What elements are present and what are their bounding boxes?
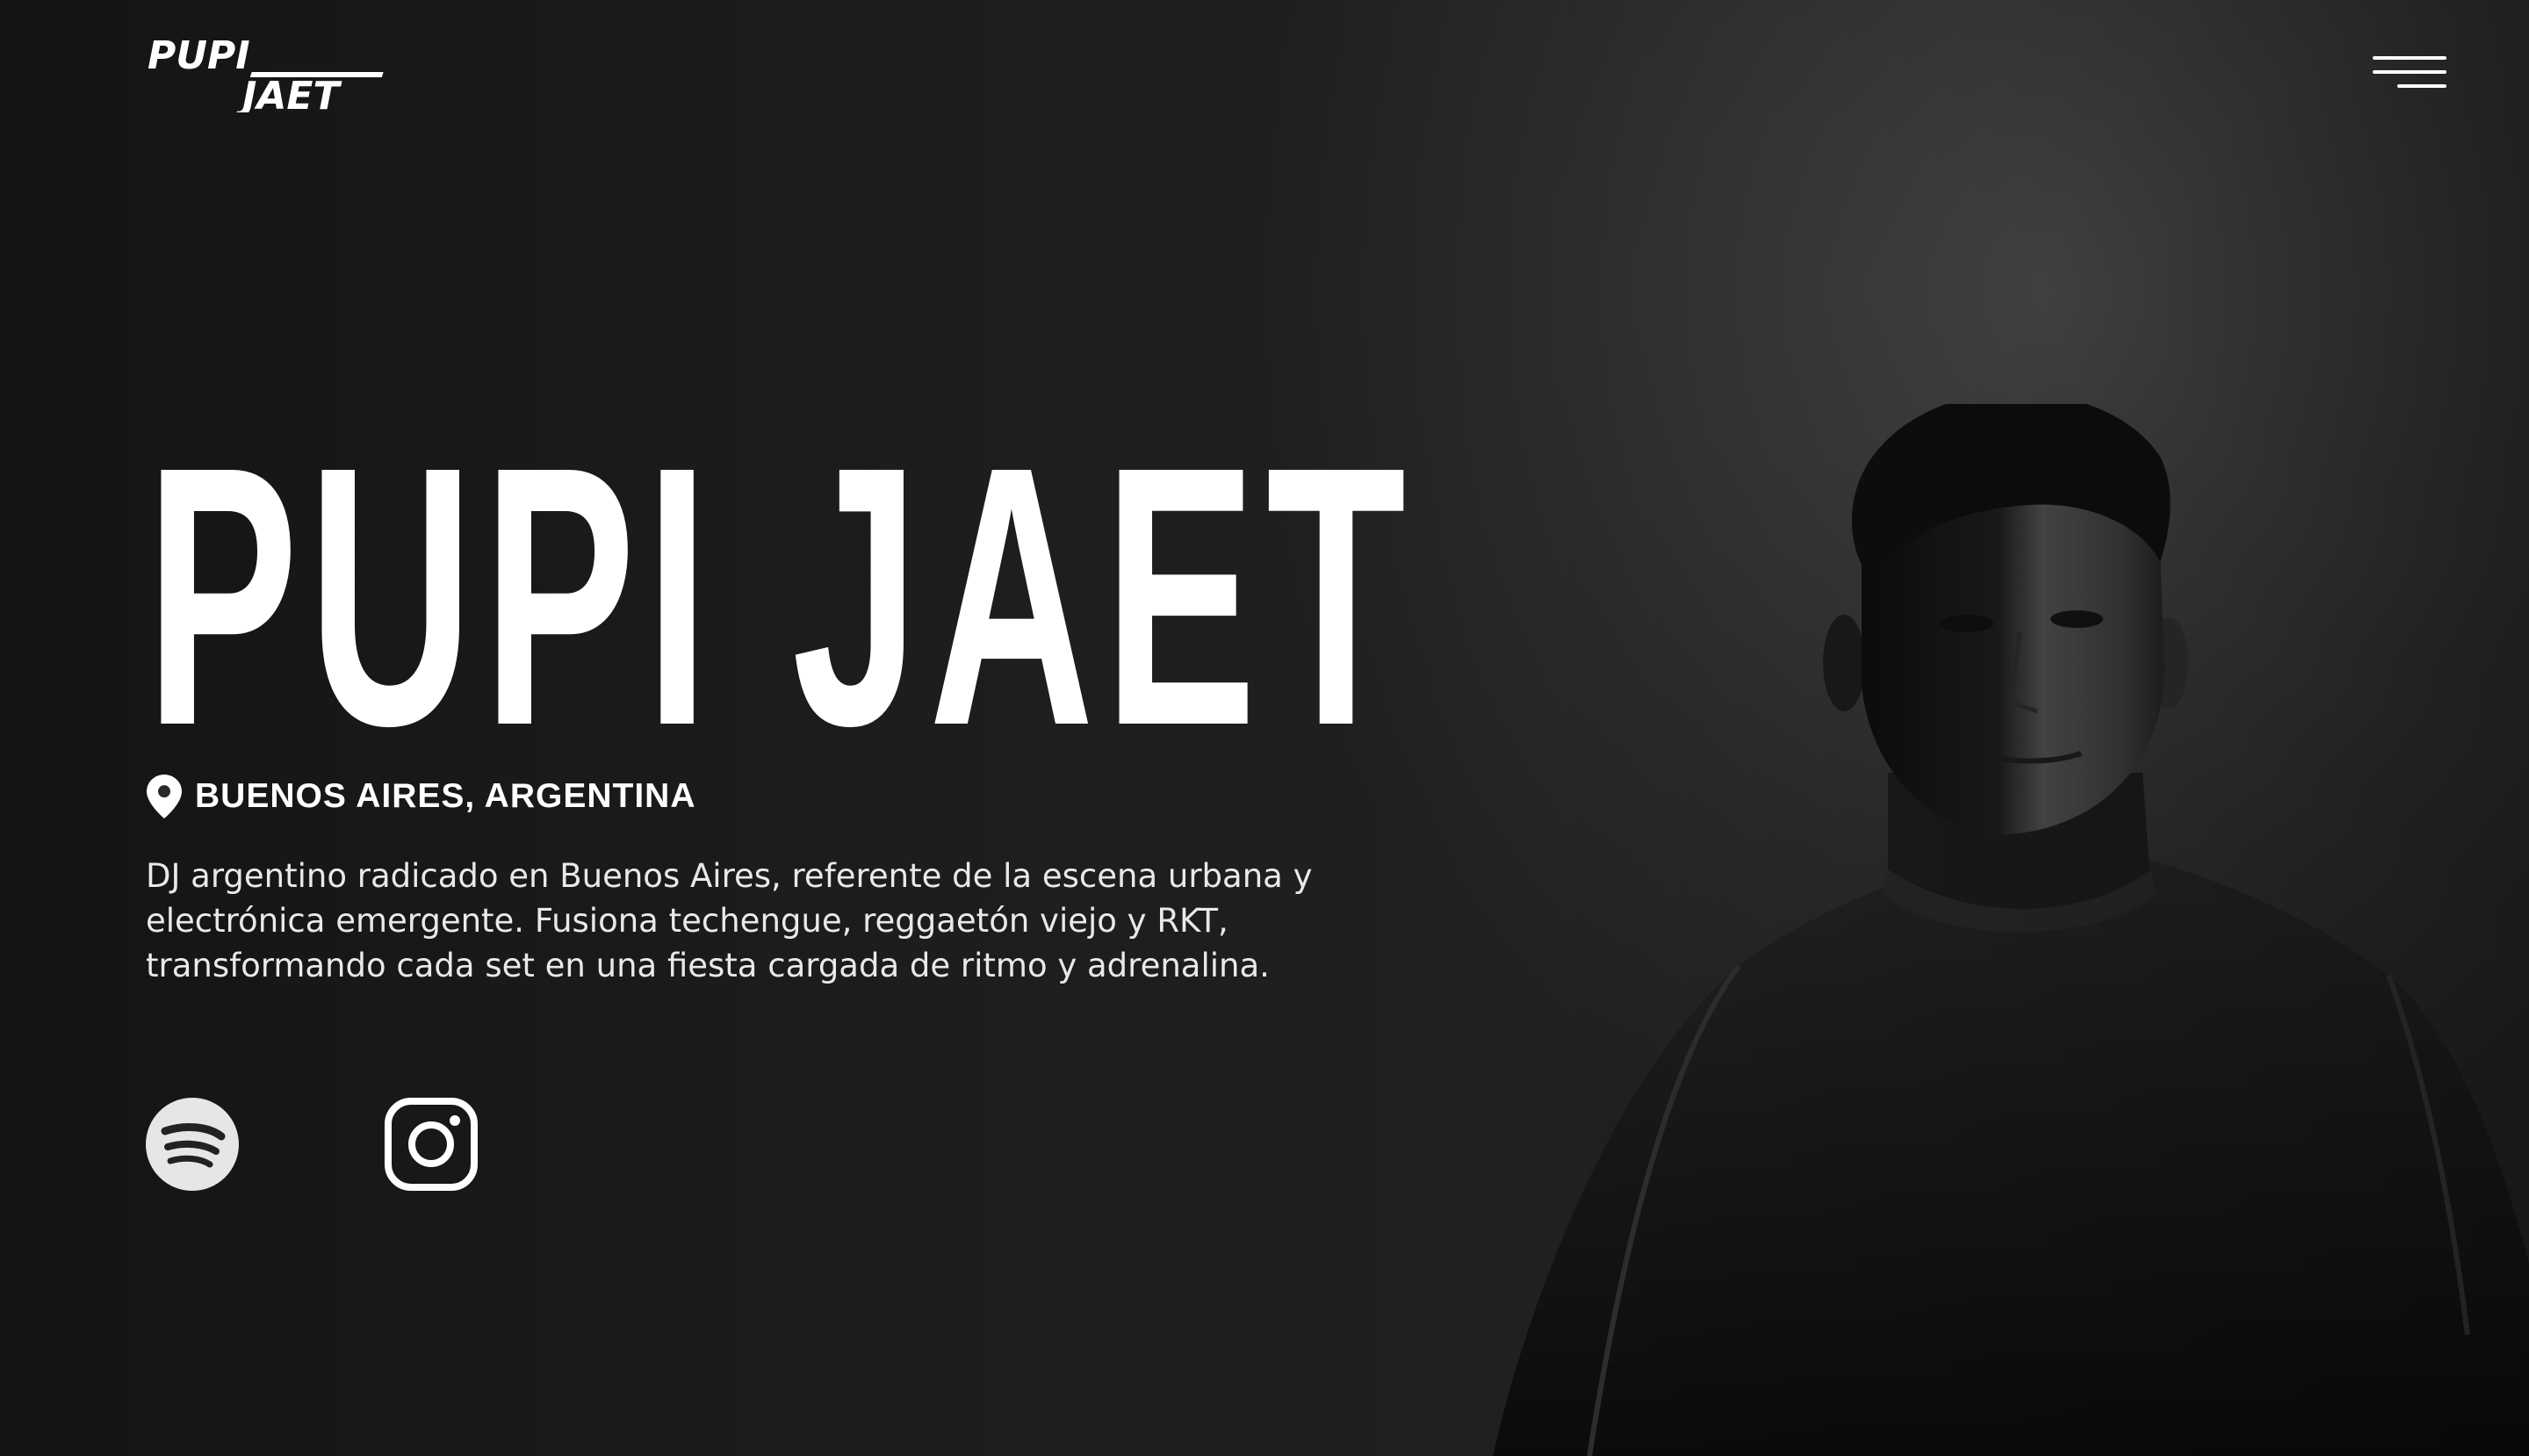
hamburger-menu-line — [2397, 84, 2446, 88]
spotify-icon — [146, 1098, 239, 1191]
map-pin-icon — [147, 775, 182, 818]
artist-bio: DJ argentino radicado en Buenos Aires, r… — [146, 857, 1313, 984]
instagram-link[interactable] — [385, 1098, 478, 1191]
instagram-icon — [385, 1098, 478, 1191]
hero-page: PUPI JAET PUPI JAET BUENOS AIRES, ARGENT… — [0, 0, 2529, 1456]
location-label: BUENOS AIRES, ARGENTINA — [195, 777, 696, 815]
hamburger-menu-icon — [2373, 56, 2446, 60]
brand-logo[interactable]: PUPI JAET — [146, 33, 427, 112]
svg-text:PUPI: PUPI — [148, 33, 250, 78]
artist-name-title: PUPI JAET — [146, 391, 1416, 803]
hamburger-menu-line — [2373, 70, 2446, 74]
location-row: BUENOS AIRES, ARGENTINA — [146, 775, 696, 818]
hamburger-menu-button[interactable] — [2367, 51, 2446, 95]
spotify-link[interactable] — [146, 1098, 239, 1191]
svg-text:JAET: JAET — [235, 74, 342, 112]
artist-portrait — [1475, 404, 2529, 1456]
